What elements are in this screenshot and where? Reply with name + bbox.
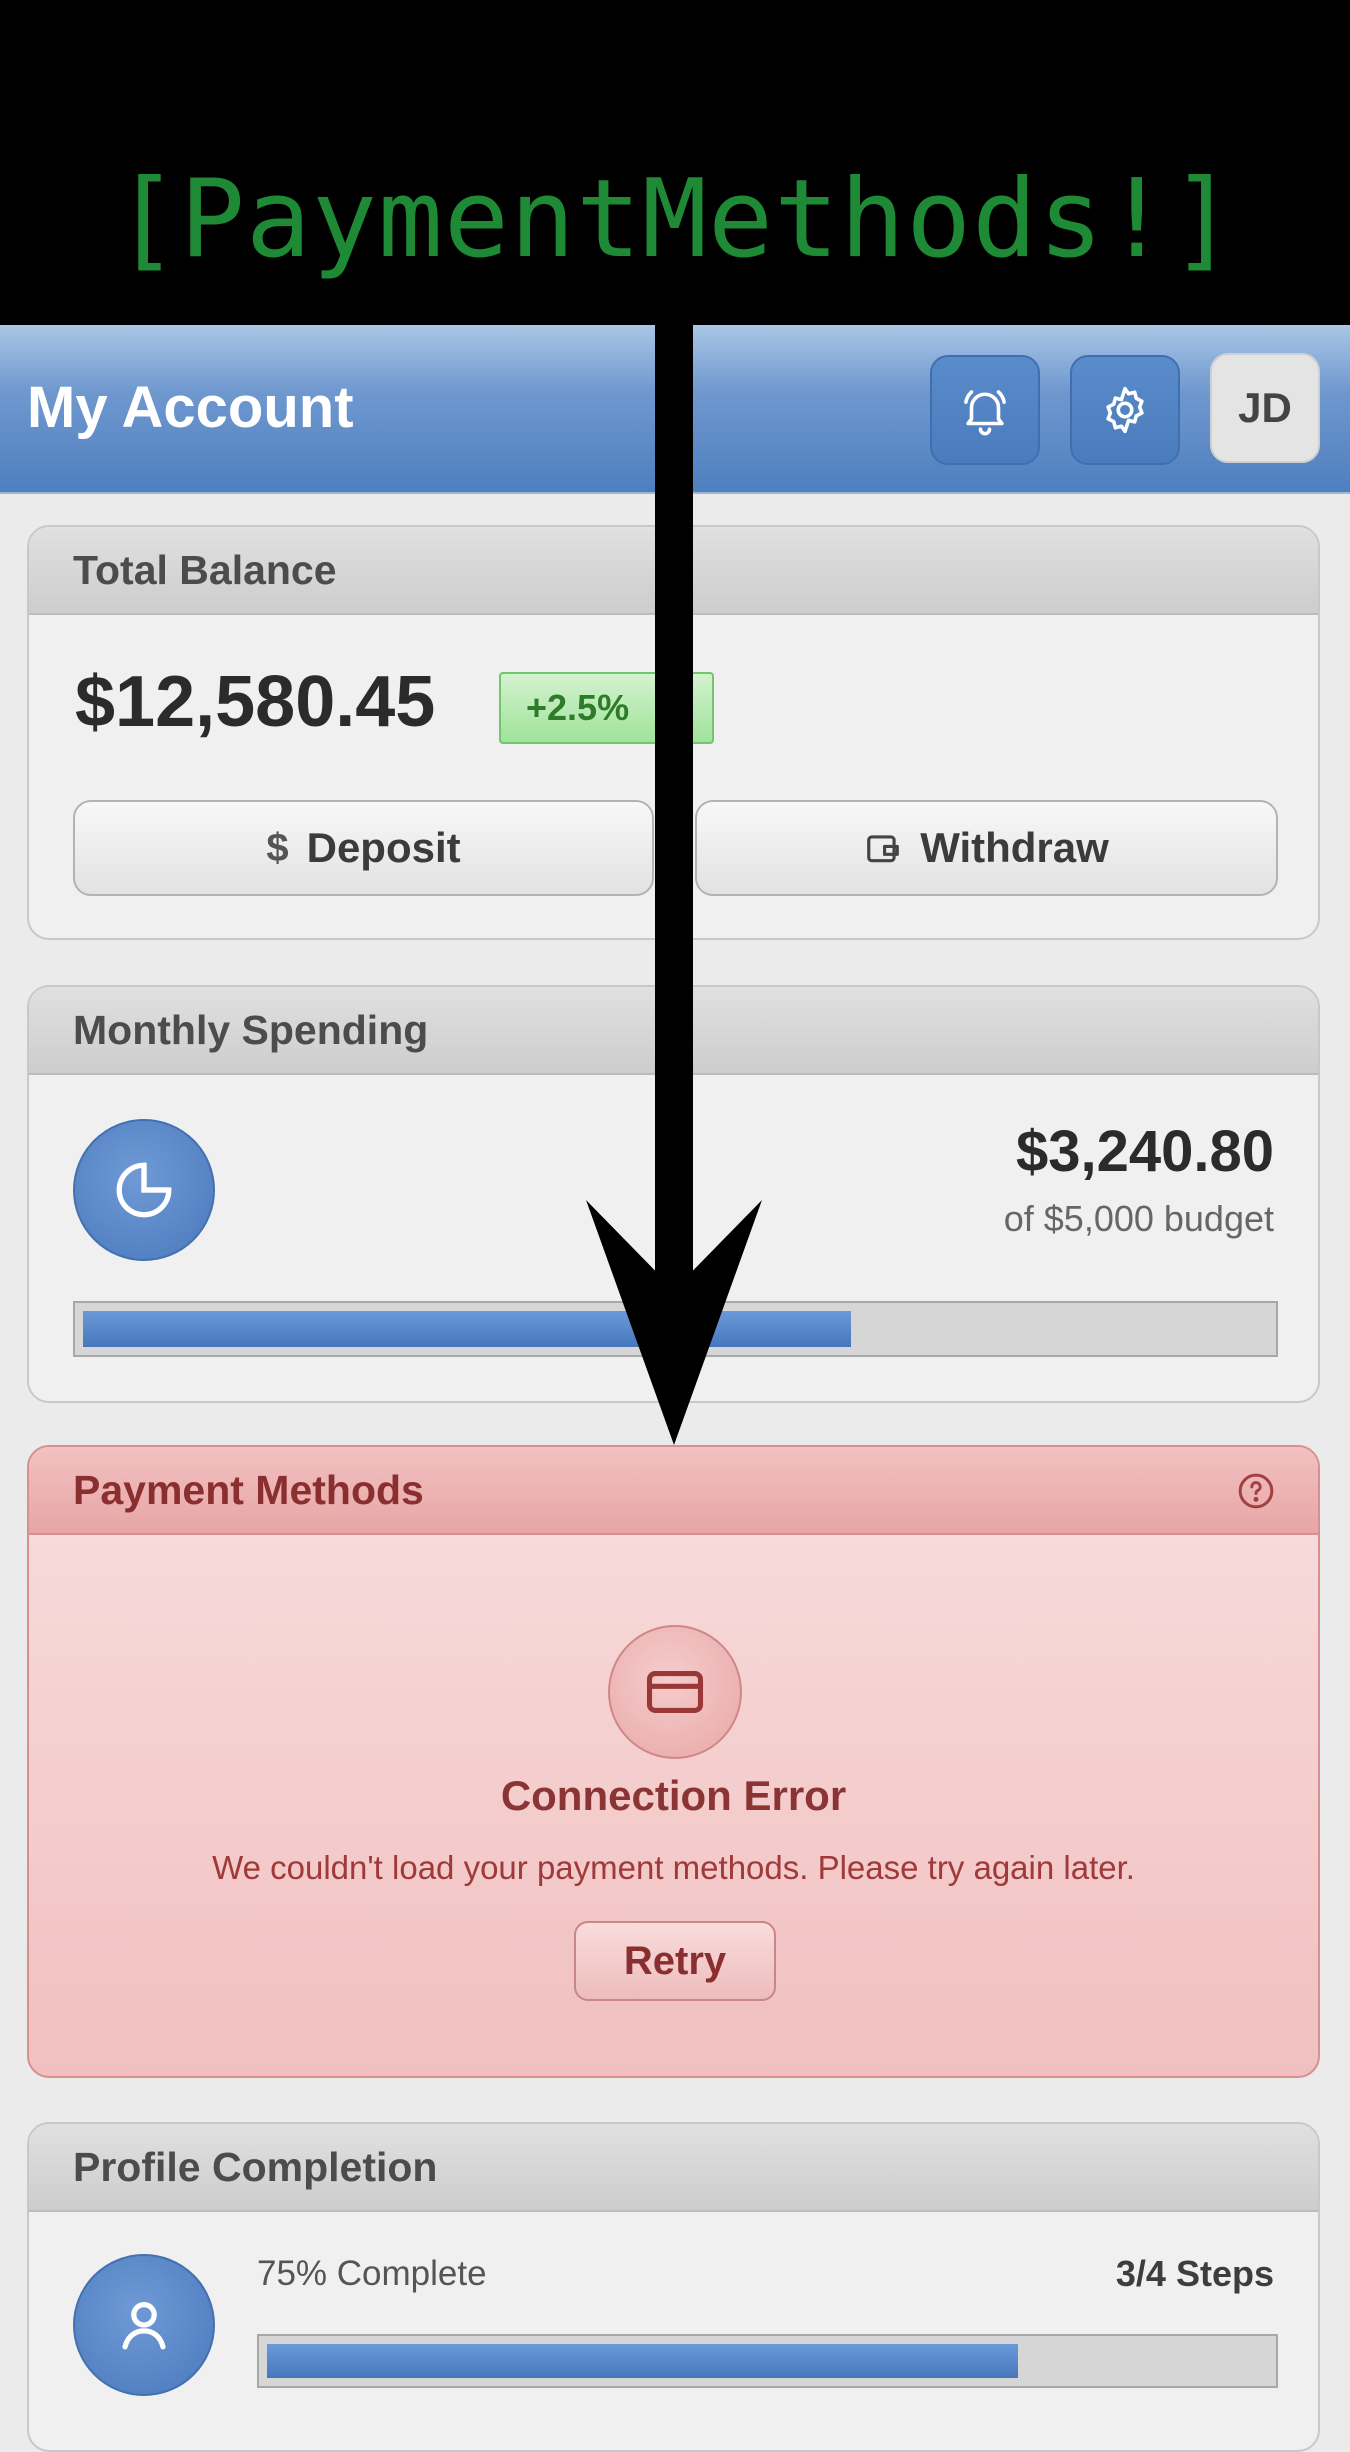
- balance-amount: $12,580.45: [75, 662, 436, 742]
- balance-card-title: Total Balance: [29, 527, 1318, 615]
- profile-percent-text: 75% Complete: [257, 2254, 487, 2293]
- withdraw-label: Withdraw: [920, 824, 1109, 871]
- wallet-icon: [867, 835, 900, 863]
- balance-card: Total Balance $12,580.45 +2.5% $ Deposit…: [27, 525, 1320, 940]
- deposit-button[interactable]: $ Deposit: [73, 800, 654, 896]
- deposit-label: Deposit: [306, 824, 461, 871]
- spending-card-title: Monthly Spending: [29, 987, 1318, 1075]
- gear-icon: [1106, 386, 1144, 434]
- profile-progress-fill: [267, 2344, 1018, 2378]
- withdraw-button[interactable]: Withdraw: [695, 800, 1278, 896]
- user-avatar[interactable]: JD: [1210, 353, 1320, 463]
- profile-card: Profile Completion 75% Complete 3/4 Step…: [27, 2122, 1320, 2452]
- payment-methods-title: Payment Methods: [73, 1467, 424, 1513]
- budget-text: of $5,000 budget: [1003, 1198, 1274, 1239]
- dollar-icon: $: [266, 825, 289, 870]
- spending-progress-bar: [73, 1301, 1278, 1357]
- retry-button[interactable]: Retry: [574, 1921, 776, 2001]
- app-header: My Account JD: [0, 325, 1350, 494]
- notifications-button[interactable]: [930, 355, 1040, 465]
- profile-card-title: Profile Completion: [29, 2124, 1318, 2212]
- spending-card: Monthly Spending $3,240.80 of $5,000 bud…: [27, 985, 1320, 1403]
- payment-methods-card: Payment Methods Connection Error We coul…: [27, 1445, 1320, 2078]
- payment-methods-card-header: Payment Methods: [29, 1447, 1318, 1535]
- error-message: We couldn't load your payment methods. P…: [212, 1849, 1135, 1886]
- credit-card-icon: [646, 1671, 704, 1713]
- bell-icon: [964, 390, 1006, 436]
- annotation-banner: [PaymentMethods!]: [0, 0, 1350, 325]
- help-icon[interactable]: [1236, 1471, 1276, 1511]
- profile-progress-bar: [257, 2334, 1278, 2388]
- page-title: My Account: [27, 375, 354, 440]
- settings-button[interactable]: [1070, 355, 1180, 465]
- profile-badge: [73, 2254, 215, 2396]
- credit-card-badge: [608, 1625, 742, 1759]
- spending-amount: $3,240.80: [1015, 1119, 1274, 1184]
- pie-chart-badge: [73, 1119, 215, 1261]
- error-title: Connection Error: [500, 1772, 847, 1819]
- profile-steps-text: 3/4 Steps: [1115, 2253, 1274, 2294]
- annotation-label: [PaymentMethods!]: [113, 157, 1237, 282]
- pie-chart-icon: [116, 1162, 172, 1218]
- user-icon: [122, 2301, 166, 2350]
- balance-change-badge: +2.5%: [499, 672, 714, 744]
- spending-progress-fill: [83, 1311, 851, 1347]
